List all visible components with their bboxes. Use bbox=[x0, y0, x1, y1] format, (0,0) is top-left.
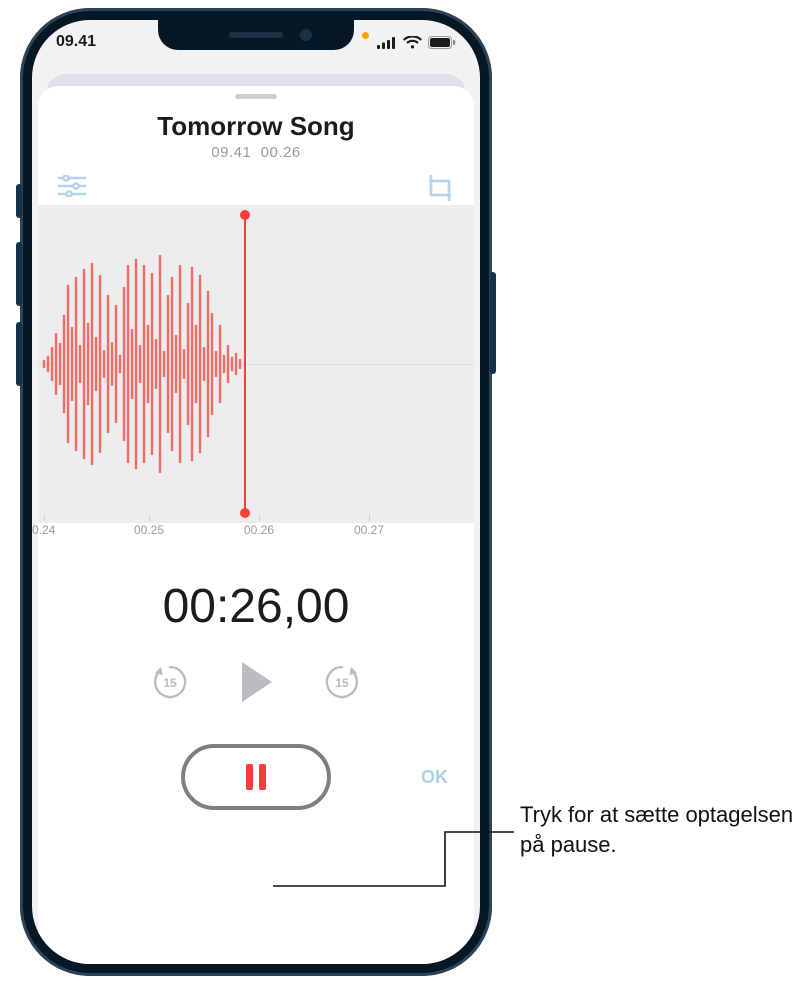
callout-leader-line bbox=[0, 0, 809, 990]
